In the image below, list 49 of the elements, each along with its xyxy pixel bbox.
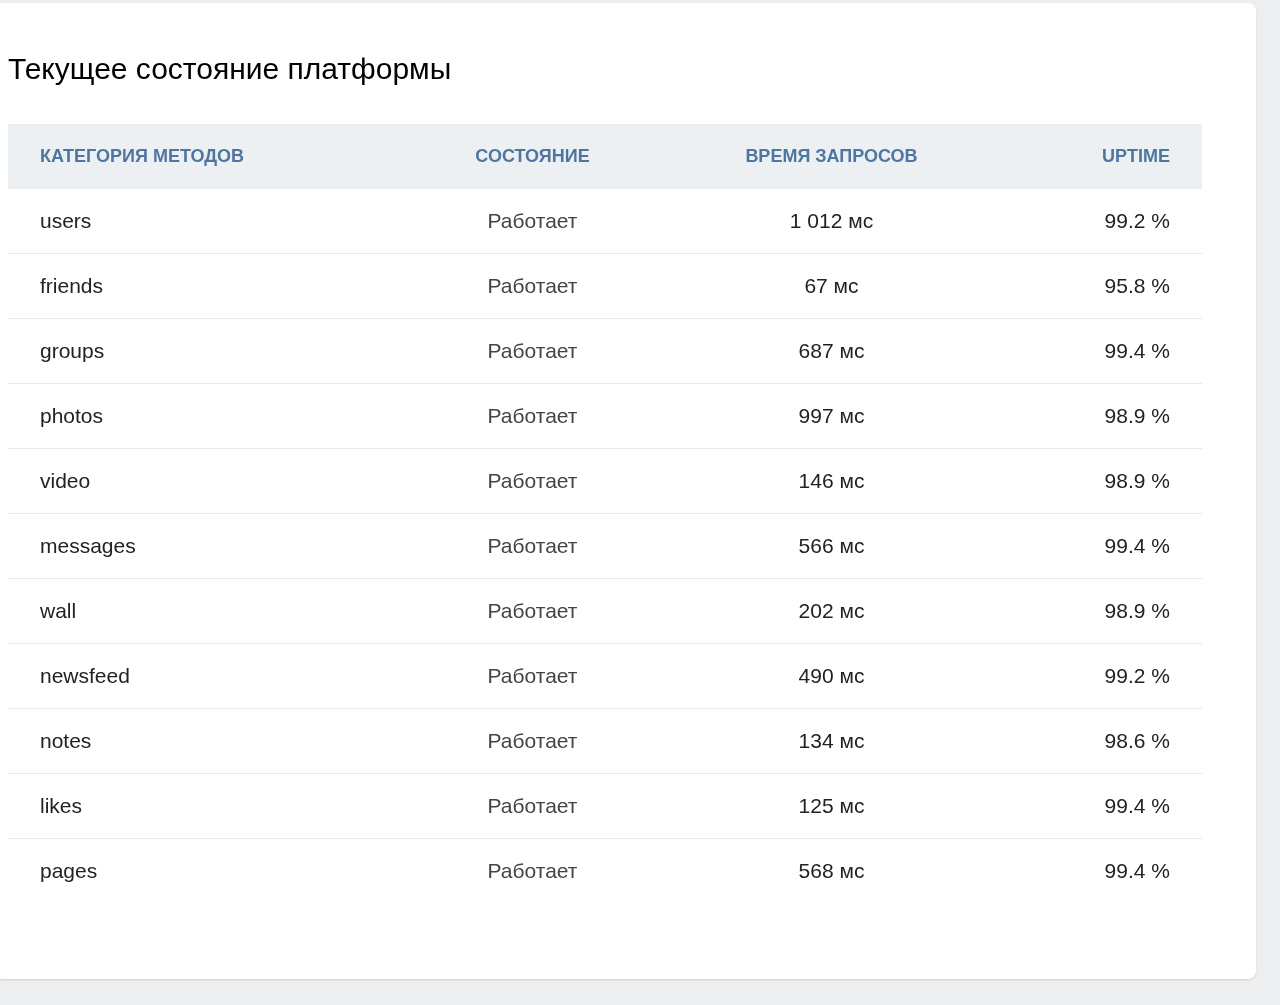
method-category: users: [8, 189, 405, 254]
status-text: Работает: [405, 513, 660, 579]
status-text: Работает: [405, 708, 660, 774]
response-time: 566 мс: [660, 513, 1003, 579]
status-text: Работает: [405, 318, 660, 384]
method-category: groups: [8, 318, 405, 384]
method-category: wall: [8, 578, 405, 644]
uptime-value: 98.6 %: [1003, 708, 1202, 774]
method-category: photos: [8, 383, 405, 449]
status-text: Работает: [405, 578, 660, 644]
status-text: Работает: [405, 448, 660, 514]
status-text: Работает: [405, 773, 660, 839]
uptime-value: 98.9 %: [1003, 578, 1202, 644]
response-time: 134 мс: [660, 708, 1003, 774]
status-text: Работает: [405, 643, 660, 709]
method-category: messages: [8, 513, 405, 579]
uptime-value: 99.4 %: [1003, 838, 1202, 903]
method-category: notes: [8, 708, 405, 774]
uptime-value: 98.9 %: [1003, 448, 1202, 514]
response-time: 568 мс: [660, 838, 1003, 903]
uptime-value: 99.4 %: [1003, 318, 1202, 384]
uptime-value: 99.2 %: [1003, 189, 1202, 254]
status-text: Работает: [405, 838, 660, 903]
status-text: Работает: [405, 383, 660, 449]
column-header: UPTIME: [1003, 124, 1202, 189]
response-time: 687 мс: [660, 318, 1003, 384]
uptime-value: 99.4 %: [1003, 773, 1202, 839]
response-time: 125 мс: [660, 773, 1003, 839]
method-category: likes: [8, 773, 405, 839]
column-header: ВРЕМЯ ЗАПРОСОВ: [660, 124, 1003, 189]
column-header: СОСТОЯНИЕ: [405, 124, 660, 189]
response-time: 202 мс: [660, 578, 1003, 644]
response-time: 997 мс: [660, 383, 1003, 449]
uptime-value: 98.9 %: [1003, 383, 1202, 449]
page-title: Текущее состояние платформы: [8, 51, 453, 87]
response-time: 67 мс: [660, 253, 1003, 319]
response-time: 146 мс: [660, 448, 1003, 514]
response-time: 1 012 мс: [660, 189, 1003, 254]
column-header: КАТЕГОРИЯ МЕТОДОВ: [8, 124, 405, 189]
method-category: pages: [8, 838, 405, 903]
method-category: video: [8, 448, 405, 514]
uptime-value: 99.4 %: [1003, 513, 1202, 579]
status-text: Работает: [405, 253, 660, 319]
uptime-value: 95.8 %: [1003, 253, 1202, 319]
method-category: newsfeed: [8, 643, 405, 709]
response-time: 490 мс: [660, 643, 1003, 709]
status-text: Работает: [405, 189, 660, 254]
uptime-value: 99.2 %: [1003, 643, 1202, 709]
method-category: friends: [8, 253, 405, 319]
